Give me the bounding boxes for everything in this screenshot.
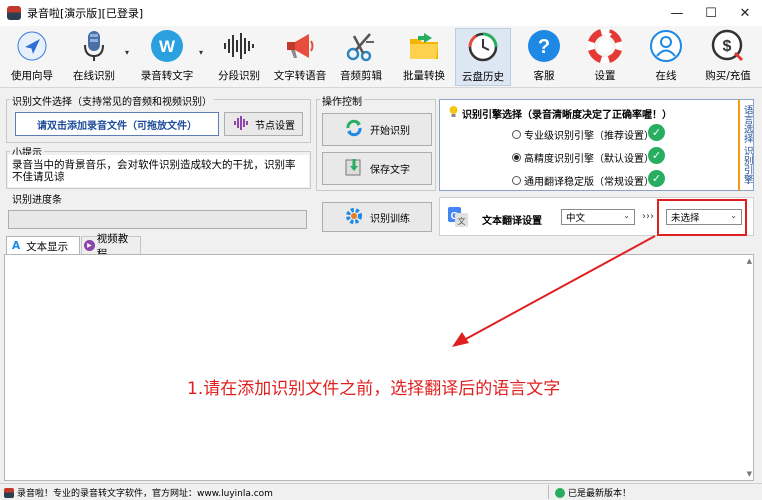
scroll-up-icon[interactable]: ▲ [747,257,752,265]
check-circle-icon: ✓ [648,124,665,141]
app-logo-icon [7,6,21,20]
save-download-icon [344,157,364,180]
sound-wave-icon [233,115,249,134]
svg-text:文: 文 [458,216,466,226]
engine-option-professional-label: 专业级识别引擎（推荐设置） [524,131,654,142]
waveform-icon [221,28,257,64]
status-separator [548,485,549,499]
annotation-text: 1.请在添加识别文件之前，选择翻译后的语言文字 [187,379,561,399]
svg-text:?: ? [538,36,550,58]
help-icon: ? [526,28,562,64]
status-left: 录音啦！专业的录音转文字软件，官方网址：www.luyinla.com [4,486,273,499]
start-recognize-label: 开始识别 [370,126,410,137]
tab-text-display-label: 文本显示 [26,240,69,253]
scroll-down-icon[interactable]: ▼ [747,470,752,478]
annotation-highlight-box [657,199,747,236]
navigation-arrow-icon [14,28,50,64]
status-right: 已是最新版本！ [555,486,631,499]
engine-title: 识别引擎选择（录音清晰度决定了正确率喔！） [448,105,672,121]
close-button[interactable]: ✕ [728,0,762,26]
toolbar-text-to-speech-button[interactable]: 文字转语音 [272,28,328,86]
title-bar: 录音啦[演示版][已登录] — ☐ ✕ [0,0,762,26]
side-tabs-language-engine[interactable]: 语言选择 识别引擎 [738,99,754,191]
engine-option-general-radio[interactable] [512,176,521,185]
refresh-arrows-icon [344,118,364,141]
toolbar-online-recognize-button[interactable]: 在线识别 [70,28,118,86]
w-logo-icon: W [149,28,185,64]
add-audio-file-button[interactable]: 请双击添加录音文件（可拖放文件） [15,112,219,136]
toolbar-audio-edit-button[interactable]: 音频剪辑 [337,28,385,86]
language-arrow-separator: ››› [642,211,654,222]
scissors-icon [343,28,379,64]
engine-selection-panel: 识别引擎选择（录音清晰度决定了正确率喔！） 专业级识别引擎（推荐设置） ✓ 高精… [439,99,739,191]
node-settings-label: 节点设置 [255,120,295,132]
source-language-value: 中文 [566,213,586,224]
recognition-progress-bar [8,210,307,229]
svg-text:$: $ [723,38,732,55]
audio-to-text-dropdown-icon[interactable]: ▾ [199,48,203,57]
toolbar-online-user-button[interactable]: 在线 [642,28,690,86]
check-circle-icon: ✓ [648,147,665,164]
toolbar-customer-service-button[interactable]: ? 客服 [520,28,568,86]
save-text-button[interactable]: 保存文字 [322,152,432,185]
engine-option-professional-radio[interactable] [512,130,521,139]
text-a-icon: A [12,240,21,252]
toolbar-guide-button[interactable]: 使用向导 [8,28,56,86]
svg-text:W: W [159,37,176,56]
play-icon: ▶ [84,240,95,251]
light-bulb-icon [448,105,459,121]
chevron-down-icon: ⌄ [623,211,630,220]
toolbar-batch-convert-button[interactable]: 批量转换 [400,28,448,86]
toolbar-purchase-button[interactable]: $ 购买/充值 [701,28,755,86]
microphone-icon [76,28,112,64]
status-right-text: 已是最新版本！ [568,489,632,499]
toolbar-settings-button[interactable]: 设置 [581,28,629,86]
source-language-select[interactable]: 中文 ⌄ [561,209,635,225]
main-toolbar: 使用向导 在线识别 ▾ W 录音转文字 ▾ 分段识别 文字转语音 音频剪辑 批量… [0,26,762,88]
app-logo-icon [4,487,14,498]
text-display-area[interactable]: ▲ ▼ [4,254,754,481]
engine-option-general-label: 通用翻译稳定版（常规设置） [524,177,654,188]
user-icon [648,28,684,64]
update-ok-icon [555,487,565,498]
start-recognize-button[interactable]: 开始识别 [322,113,432,146]
minimize-button[interactable]: — [660,0,694,26]
tab-text-display[interactable]: A 文本显示 [6,236,80,255]
translate-settings-label: 文本翻译设置 [482,216,542,227]
engine-title-text: 识别引擎选择（录音清晰度决定了正确率喔！） [462,109,672,121]
lifebuoy-icon [587,28,623,64]
maximize-button[interactable]: ☐ [694,0,728,26]
engine-option-high-precision-radio[interactable] [512,153,521,162]
engine-option-high-precision[interactable]: 高精度识别引擎（默认设置） [512,150,654,165]
window-title: 录音啦[演示版][已登录] [27,7,144,20]
save-text-label: 保存文字 [370,165,410,176]
engine-option-general[interactable]: 通用翻译稳定版（常规设置） [512,173,654,188]
megaphone-icon [282,28,318,64]
node-settings-button[interactable]: 节点设置 [224,112,303,136]
toolbar-audio-to-text-button[interactable]: W 录音转文字 [139,28,195,86]
file-select-group-label: 识别文件选择（支持常见的音频和视频识别） [10,93,214,108]
dollar-icon: $ [710,28,746,64]
progress-group-label: 识别进度条 [10,191,64,206]
google-translate-icon: G文 [447,206,469,231]
toolbar-cloud-history-button[interactable]: 云盘历史 [455,28,511,86]
history-clock-icon [465,29,501,65]
operation-control-group-label: 操作控制 [320,93,364,108]
gear-icon [344,206,364,229]
check-circle-icon: ✓ [648,170,665,187]
recognition-training-label: 识别训练 [370,213,410,225]
toolbar-segment-recognize-button[interactable]: 分段识别 [215,28,263,86]
engine-option-high-precision-label: 高精度识别引擎（默认设置） [524,154,654,165]
tips-text: 录音当中的背景音乐，会对软件识别造成较大的干扰，识别率不佳请见谅 [8,155,309,187]
online-recognize-dropdown-icon[interactable]: ▾ [125,48,129,57]
status-left-text: 录音啦！专业的录音转文字软件，官方网址：www.luyinla.com [17,489,273,499]
tab-video-tutorial[interactable]: ▶ 视频教程 [81,233,141,260]
folder-icon [406,28,442,64]
recognition-training-button[interactable]: 识别训练 [322,202,432,232]
status-bar: 录音啦！专业的录音转文字软件，官方网址：www.luyinla.com 已是最新… [0,483,762,500]
engine-option-professional[interactable]: 专业级识别引擎（推荐设置） [512,127,654,142]
